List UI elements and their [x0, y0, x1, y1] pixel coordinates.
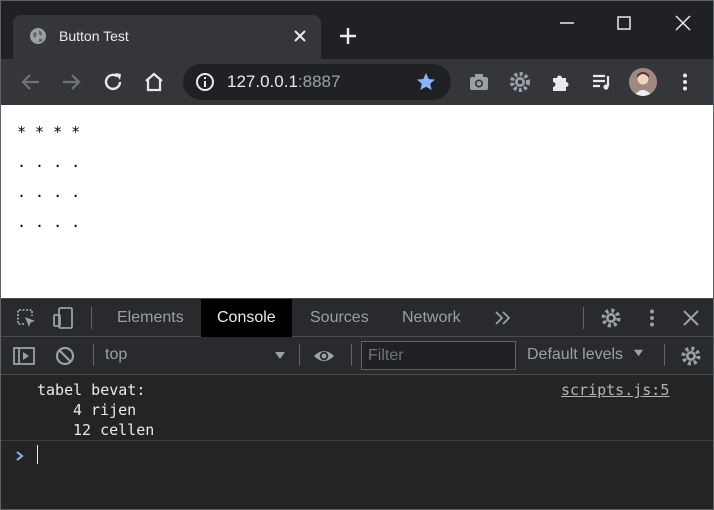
- inspect-element-icon[interactable]: [14, 306, 38, 330]
- more-vertical-icon[interactable]: [640, 306, 664, 330]
- minimize-icon[interactable]: [555, 11, 579, 35]
- tab-elements[interactable]: Elements: [101, 299, 200, 337]
- profile-photo-icon: [629, 68, 657, 96]
- tab-console[interactable]: Console: [201, 299, 292, 337]
- settings-gear-icon[interactable]: [599, 306, 623, 330]
- grid-row-dots: . . . .: [17, 153, 81, 171]
- log-levels-dropdown[interactable]: Default levels: [527, 346, 645, 364]
- clear-console-icon[interactable]: [53, 344, 77, 368]
- log-line: tabel bevat:: [37, 381, 146, 399]
- bookmark-star-icon[interactable]: [415, 71, 437, 93]
- puzzle-icon[interactable]: [548, 69, 574, 95]
- page-viewport: * * * * . . . . . . . . . . . .: [1, 105, 713, 298]
- back-icon[interactable]: [18, 69, 44, 95]
- console-settings-gear-icon[interactable]: [679, 344, 703, 368]
- divider: [299, 344, 300, 366]
- tab-strip: Button Test: [1, 1, 713, 59]
- log-source-link[interactable]: scripts.js:5: [561, 380, 669, 400]
- window-close-icon[interactable]: [671, 11, 695, 35]
- devtools-panel: Elements Console Sources Network top Fil…: [1, 298, 713, 509]
- console-toolbar: top Default levels: [1, 337, 713, 375]
- console-input-cursor[interactable]: [37, 445, 38, 464]
- log-line: 12 cellen: [73, 421, 155, 439]
- context-selector[interactable]: top: [105, 346, 127, 364]
- eye-icon[interactable]: [312, 344, 336, 368]
- filter-input[interactable]: [361, 341, 516, 370]
- tab-network[interactable]: Network: [386, 299, 477, 337]
- maximize-icon[interactable]: [612, 11, 636, 35]
- tab-title: Button Test: [59, 28, 129, 44]
- new-tab-icon[interactable]: [337, 25, 359, 47]
- address-bar[interactable]: 127.0.0.1:8887: [183, 64, 451, 100]
- home-icon[interactable]: [141, 69, 167, 95]
- avatar[interactable]: [629, 68, 657, 96]
- browser-toolbar: 127.0.0.1:8887: [1, 59, 713, 105]
- log-levels-label: Default levels: [527, 346, 624, 363]
- device-toolbar-icon[interactable]: [51, 306, 75, 330]
- media-queue-icon[interactable]: [589, 69, 615, 95]
- url-host: 127.0.0.1: [227, 72, 298, 91]
- url-text[interactable]: 127.0.0.1:8887: [227, 72, 340, 92]
- divider: [351, 344, 352, 366]
- divider: [93, 344, 94, 366]
- reload-icon[interactable]: [100, 69, 126, 95]
- log-line: 4 rijen: [73, 401, 137, 419]
- divider: [91, 307, 92, 329]
- prompt-chevron-icon: [16, 451, 24, 461]
- dropdown-caret-icon[interactable]: [273, 349, 287, 363]
- url-port: :8887: [297, 72, 341, 91]
- grid-row-stars: * * * *: [17, 123, 81, 141]
- forward-icon[interactable]: [58, 69, 84, 95]
- browser-window: Button Test 127.0.0.1:8887 * * * * . . .…: [0, 0, 714, 510]
- divider: [664, 344, 665, 366]
- close-devtools-icon[interactable]: [679, 306, 703, 330]
- info-icon[interactable]: [195, 72, 215, 92]
- gear-extension-icon[interactable]: [507, 69, 533, 95]
- tab-sources[interactable]: Sources: [294, 299, 385, 337]
- grid-row-dots: . . . .: [17, 183, 81, 201]
- globe-icon: [30, 28, 46, 44]
- sidebar-toggle-icon[interactable]: [12, 344, 36, 368]
- log-message: tabel bevat: 4 rijen 12 cellen scripts.j…: [1, 375, 713, 441]
- camera-icon[interactable]: [466, 69, 492, 95]
- divider: [583, 307, 584, 329]
- console-output: tabel bevat: 4 rijen 12 cellen scripts.j…: [1, 375, 713, 509]
- devtools-tab-bar: Elements Console Sources Network: [1, 298, 713, 337]
- close-icon[interactable]: [291, 27, 309, 45]
- tab-button-test[interactable]: Button Test: [13, 15, 321, 59]
- dropdown-caret-icon: [633, 349, 643, 357]
- more-tabs-chevron-icon[interactable]: [491, 306, 515, 330]
- grid-row-dots: . . . .: [17, 213, 81, 231]
- more-vertical-icon[interactable]: [672, 69, 698, 95]
